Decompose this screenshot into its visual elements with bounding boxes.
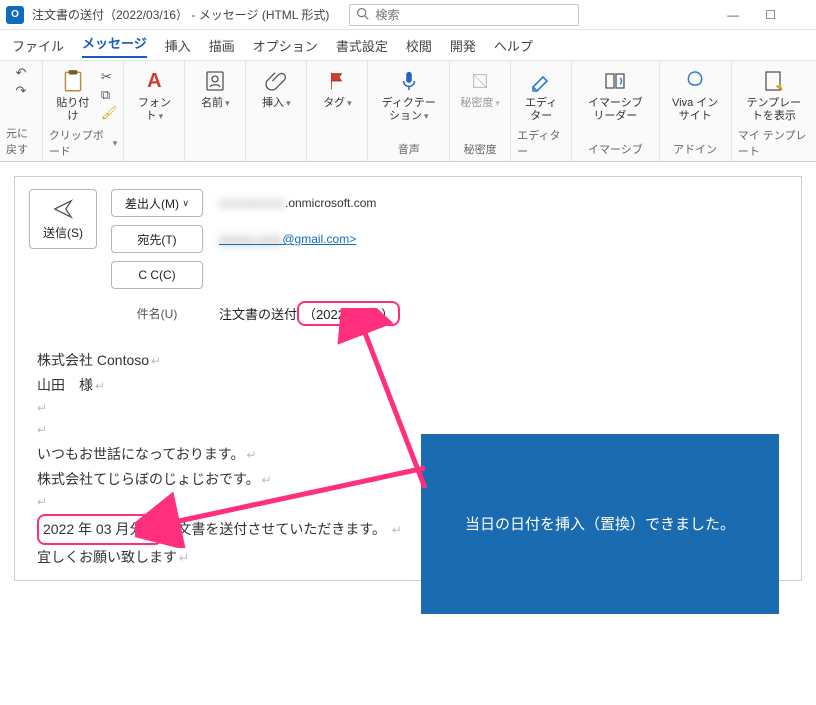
- message-body[interactable]: 株式会社 Contoso 山田 様 ↵ ↵ いつもお世話になっております。 株式…: [15, 338, 801, 580]
- paste-icon: [59, 67, 87, 95]
- menu-review[interactable]: 校閲: [406, 36, 432, 55]
- compose-area: 送信(S) 差出人(M) ∨ xxxxxxxxxxx.onmicrosoft.c…: [0, 162, 816, 581]
- show-templates-button[interactable]: テンプレートを表示: [738, 65, 810, 125]
- menu-format[interactable]: 書式設定: [336, 36, 388, 55]
- annotation-callout: 当日の日付を挿入（置換）できました。: [421, 434, 779, 614]
- editor-icon: [527, 67, 555, 95]
- menu-options[interactable]: オプション: [253, 36, 318, 55]
- sensitivity-button[interactable]: 秘密度▾: [456, 65, 504, 112]
- undo-icon[interactable]: ↶: [15, 65, 26, 81]
- ribbon-group-label-clipboard: クリップボード: [49, 127, 109, 159]
- body-line-2: 山田 様: [37, 373, 779, 398]
- title-bar: O 注文書の送付（2022/03/16） - メッセージ (HTML 形式) 検…: [0, 0, 816, 30]
- immersive-reader-icon: [601, 67, 629, 95]
- compose-header: 送信(S) 差出人(M) ∨ xxxxxxxxxxx.onmicrosoft.c…: [15, 177, 801, 295]
- ribbon-group-names: 名前▾: [185, 61, 246, 161]
- menu-developer[interactable]: 開発: [450, 36, 476, 55]
- menu-message[interactable]: メッセージ: [82, 33, 147, 58]
- ribbon-group-label-undo: 元に戻す: [6, 123, 36, 159]
- subject-label: 件名(U): [111, 305, 203, 322]
- viva-insights-button[interactable]: Viva インサイト: [666, 65, 725, 125]
- to-value[interactable]: xxxxxx xxxx@gmail.com>: [219, 232, 356, 246]
- ribbon-group-font: A フォント▾: [124, 61, 185, 161]
- subject-date-highlight: （2022/03/16）: [297, 301, 400, 326]
- attachment-icon: [262, 67, 290, 95]
- cc-button[interactable]: C C(C): [111, 261, 203, 289]
- to-button[interactable]: 宛先(T): [111, 225, 203, 253]
- menu-insert[interactable]: 挿入: [165, 36, 191, 55]
- send-button[interactable]: 送信(S): [29, 189, 97, 249]
- address-book-icon: [201, 67, 229, 95]
- ribbon-group-undo: ↶ ↷ 元に戻す: [0, 61, 43, 161]
- outlook-icon: O: [6, 6, 24, 24]
- ribbon-group-voice: ディクテーション▾ 音声: [368, 61, 450, 161]
- sensitivity-icon: [466, 67, 494, 95]
- format-painter-icon[interactable]: 🖌: [101, 105, 118, 121]
- ribbon-group-editor: エディター エディター: [511, 61, 572, 161]
- ribbon-group-insert: 挿入▾: [246, 61, 307, 161]
- ribbon-group-sensitivity: 秘密度▾ 秘密度: [450, 61, 511, 161]
- window-title: 注文書の送付（2022/03/16） - メッセージ (HTML 形式): [32, 6, 329, 23]
- flag-icon: [323, 67, 351, 95]
- microphone-icon: [395, 67, 423, 95]
- from-button[interactable]: 差出人(M) ∨: [111, 189, 203, 217]
- menu-draw[interactable]: 描画: [209, 36, 235, 55]
- search-icon: [356, 7, 369, 23]
- immersive-reader-button[interactable]: イマーシブ リーダー: [578, 65, 652, 125]
- minimize-button[interactable]: —: [727, 8, 739, 22]
- search-box[interactable]: 検索: [349, 4, 579, 26]
- from-value: xxxxxxxxxxx.onmicrosoft.com: [219, 196, 376, 210]
- names-button[interactable]: 名前▾: [191, 65, 239, 112]
- ribbon-group-templates: テンプレートを表示 マイ テンプレート: [732, 61, 816, 161]
- paste-button[interactable]: 貼り付け: [49, 65, 97, 125]
- menu-help[interactable]: ヘルプ: [494, 36, 533, 55]
- dictate-button[interactable]: ディクテーション▾: [374, 65, 443, 125]
- copy-icon[interactable]: ⧉: [101, 87, 118, 103]
- ribbon-insert-button[interactable]: 挿入▾: [252, 65, 300, 112]
- font-icon: A: [140, 67, 168, 95]
- redo-icon[interactable]: ↷: [15, 83, 26, 99]
- ribbon: ↶ ↷ 元に戻す 貼り付け ✂ ⧉ 🖌 クリップボード▾ A フォント▾: [0, 60, 816, 162]
- maximize-button[interactable]: ☐: [765, 8, 776, 22]
- search-placeholder: 検索: [375, 6, 399, 23]
- menu-file[interactable]: ファイル: [12, 36, 64, 55]
- ribbon-group-tags: タグ▾: [307, 61, 368, 161]
- ribbon-group-immersive: イマーシブ リーダー イマーシブ: [572, 61, 659, 161]
- cut-icon[interactable]: ✂: [101, 69, 118, 85]
- template-icon: [760, 67, 788, 95]
- body-date-highlight: 2022 年 03 月分の: [37, 514, 163, 545]
- subject-field[interactable]: 注文書の送付（2022/03/16）: [219, 301, 400, 326]
- send-icon: [52, 198, 74, 220]
- viva-icon: [681, 67, 709, 95]
- tags-button[interactable]: タグ▾: [313, 65, 361, 112]
- ribbon-group-addins: Viva インサイト アドイン: [660, 61, 732, 161]
- ribbon-group-clipboard: 貼り付け ✂ ⧉ 🖌 クリップボード▾: [43, 61, 125, 161]
- body-line-1: 株式会社 Contoso: [37, 348, 779, 373]
- menu-bar: ファイル メッセージ 挿入 描画 オプション 書式設定 校閲 開発 ヘルプ: [0, 30, 816, 60]
- editor-button[interactable]: エディター: [517, 65, 565, 125]
- subject-row: 件名(U) 注文書の送付（2022/03/16）: [15, 295, 801, 338]
- font-button[interactable]: A フォント▾: [130, 65, 178, 125]
- window-controls: — ☐: [727, 8, 810, 22]
- body-empty-1: ↵: [37, 398, 779, 420]
